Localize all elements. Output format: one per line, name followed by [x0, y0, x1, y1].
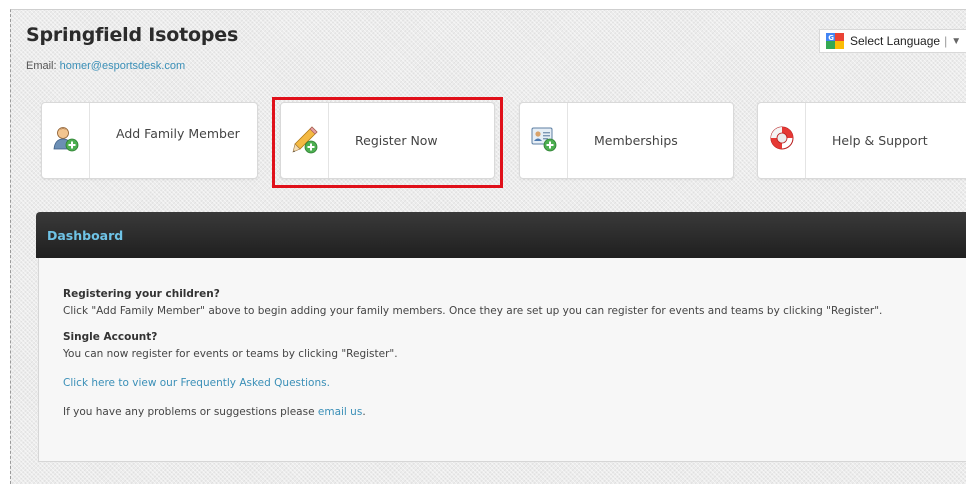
faq-line: Click here to view our Frequently Asked …	[63, 377, 330, 389]
question-heading: Registering your children?	[63, 288, 220, 300]
dashboard-title: Dashboard	[47, 227, 124, 243]
email-us-link[interactable]: email us	[318, 406, 362, 418]
dashboard-body: Registering your children? Click "Add Fa…	[38, 258, 966, 462]
tile-label: Memberships	[594, 133, 678, 148]
page-background: Springfield Isotopes Email: homer@esport…	[10, 9, 966, 484]
contact-prefix: If you have any problems or suggestions …	[63, 406, 318, 418]
tile-label: Add Family Member	[116, 126, 240, 141]
contact-line: If you have any problems or suggestions …	[63, 406, 366, 418]
lifebuoy-icon	[770, 126, 793, 150]
help-support-button[interactable]: Help & Support	[757, 102, 966, 179]
chevron-down-icon: ▼	[951, 35, 962, 47]
dashboard-header: Dashboard	[36, 212, 966, 258]
tile-label: Help & Support	[832, 133, 928, 148]
paragraph: You can now register for events or teams…	[63, 348, 398, 360]
email-line: Email: homer@esportsdesk.com	[26, 60, 185, 72]
faq-link[interactable]: Click here to view our Frequently Asked …	[63, 377, 330, 389]
tile-icon-cell	[758, 103, 806, 178]
svg-text:G: G	[828, 34, 834, 42]
question-heading: Single Account?	[63, 331, 158, 343]
language-label: Select Language	[850, 34, 941, 48]
add-family-member-icon	[53, 127, 78, 152]
pencil-add-icon	[292, 126, 318, 154]
dashboard-panel: Dashboard Registering your children? Cli…	[36, 212, 966, 462]
add-family-member-button[interactable]: Add Family Member	[41, 102, 258, 179]
memberships-button[interactable]: Memberships	[519, 102, 734, 179]
tile-icon-cell	[42, 103, 90, 178]
tile-icon-cell	[281, 103, 329, 178]
contact-suffix: .	[362, 406, 366, 418]
email-label: Email:	[26, 60, 57, 72]
paragraph: Click "Add Family Member" above to begin…	[63, 305, 883, 317]
google-translate-icon: G	[826, 33, 844, 49]
language-separator: |	[944, 34, 948, 48]
tile-label: Register Now	[355, 133, 438, 148]
language-selector[interactable]: G Select Language | ▼	[819, 29, 966, 53]
register-now-button[interactable]: Register Now	[280, 102, 495, 179]
organization-title: Springfield Isotopes	[26, 24, 239, 46]
email-link[interactable]: homer@esportsdesk.com	[60, 60, 186, 72]
tile-icon-cell	[520, 103, 568, 178]
membership-card-add-icon	[531, 127, 556, 152]
